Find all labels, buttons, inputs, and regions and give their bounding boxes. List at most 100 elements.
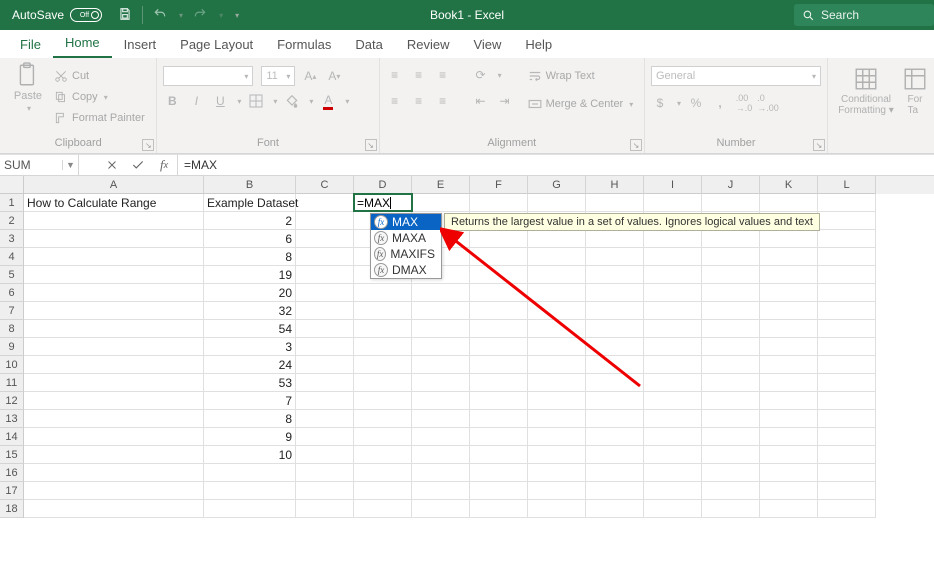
format-as-table-button[interactable]: ForTa bbox=[902, 66, 928, 116]
cell[interactable] bbox=[760, 338, 818, 356]
cell[interactable] bbox=[818, 320, 876, 338]
cell[interactable] bbox=[24, 248, 204, 266]
tab-review[interactable]: Review bbox=[395, 32, 462, 58]
cell[interactable] bbox=[644, 392, 702, 410]
merge-center-button[interactable]: Merge & Center▾ bbox=[528, 94, 634, 114]
paste-button[interactable]: Paste ▾ bbox=[6, 62, 50, 113]
save-icon[interactable] bbox=[118, 7, 132, 24]
cell[interactable] bbox=[818, 428, 876, 446]
cell[interactable] bbox=[528, 194, 586, 212]
format-painter-button[interactable]: Format Painter bbox=[54, 108, 145, 128]
col-header-e[interactable]: E bbox=[412, 176, 470, 194]
cell[interactable] bbox=[296, 194, 354, 212]
cell[interactable] bbox=[470, 356, 528, 374]
cell[interactable] bbox=[470, 338, 528, 356]
cell[interactable] bbox=[470, 428, 528, 446]
cell[interactable] bbox=[412, 500, 470, 518]
cell[interactable] bbox=[354, 464, 412, 482]
cell[interactable] bbox=[760, 482, 818, 500]
align-center-icon[interactable]: ≡ bbox=[410, 92, 428, 110]
cell[interactable] bbox=[296, 392, 354, 410]
cell[interactable] bbox=[818, 392, 876, 410]
cell[interactable] bbox=[412, 428, 470, 446]
cell[interactable] bbox=[644, 482, 702, 500]
cell[interactable] bbox=[818, 374, 876, 392]
col-header-l[interactable]: L bbox=[818, 176, 876, 194]
cell[interactable] bbox=[644, 500, 702, 518]
cell[interactable] bbox=[470, 446, 528, 464]
cell[interactable] bbox=[296, 212, 354, 230]
cell[interactable] bbox=[412, 356, 470, 374]
cell[interactable] bbox=[586, 374, 644, 392]
autocomplete-item[interactable]: fxMAX bbox=[371, 214, 441, 230]
col-header-f[interactable]: F bbox=[470, 176, 528, 194]
cell[interactable] bbox=[818, 248, 876, 266]
cell[interactable] bbox=[296, 266, 354, 284]
redo-dropdown-icon[interactable]: ▾ bbox=[219, 11, 223, 20]
cell[interactable] bbox=[412, 302, 470, 320]
cell[interactable] bbox=[412, 446, 470, 464]
row-header[interactable]: 17 bbox=[0, 482, 24, 500]
cell[interactable] bbox=[644, 248, 702, 266]
cell[interactable] bbox=[644, 230, 702, 248]
cell[interactable] bbox=[586, 302, 644, 320]
row-header[interactable]: 3 bbox=[0, 230, 24, 248]
cell[interactable] bbox=[412, 482, 470, 500]
cell[interactable] bbox=[586, 248, 644, 266]
tab-home[interactable]: Home bbox=[53, 30, 112, 58]
cell[interactable] bbox=[528, 356, 586, 374]
cell[interactable] bbox=[644, 266, 702, 284]
cell[interactable] bbox=[702, 320, 760, 338]
cell[interactable] bbox=[354, 446, 412, 464]
dialog-launcher-icon[interactable]: ↘ bbox=[142, 139, 154, 151]
italic-button[interactable]: I bbox=[187, 92, 205, 110]
cell[interactable] bbox=[296, 230, 354, 248]
cell[interactable] bbox=[528, 248, 586, 266]
cell[interactable] bbox=[702, 464, 760, 482]
decrease-font-icon[interactable]: A▾ bbox=[325, 67, 343, 85]
cell[interactable] bbox=[528, 374, 586, 392]
cell[interactable] bbox=[644, 374, 702, 392]
col-header-c[interactable]: C bbox=[296, 176, 354, 194]
cell[interactable] bbox=[818, 446, 876, 464]
cell[interactable] bbox=[818, 338, 876, 356]
cell[interactable]: 6 bbox=[204, 230, 296, 248]
cell[interactable] bbox=[586, 230, 644, 248]
cell[interactable] bbox=[818, 194, 876, 212]
cell[interactable] bbox=[644, 284, 702, 302]
cell[interactable] bbox=[296, 374, 354, 392]
cell[interactable] bbox=[24, 392, 204, 410]
cell[interactable]: 2 bbox=[204, 212, 296, 230]
cut-button[interactable]: Cut bbox=[54, 66, 145, 86]
cell[interactable] bbox=[24, 500, 204, 518]
tab-insert[interactable]: Insert bbox=[112, 32, 169, 58]
cell[interactable] bbox=[354, 500, 412, 518]
cell[interactable] bbox=[354, 356, 412, 374]
cell[interactable] bbox=[818, 212, 876, 230]
cell[interactable] bbox=[528, 446, 586, 464]
cell[interactable] bbox=[760, 248, 818, 266]
cell[interactable] bbox=[470, 500, 528, 518]
autocomplete-item[interactable]: fxMAXIFS bbox=[371, 246, 441, 262]
col-header-a[interactable]: A bbox=[24, 176, 204, 194]
cell[interactable] bbox=[702, 338, 760, 356]
cell[interactable] bbox=[528, 302, 586, 320]
cell[interactable] bbox=[24, 356, 204, 374]
cell[interactable] bbox=[412, 392, 470, 410]
cell[interactable] bbox=[528, 428, 586, 446]
wrap-text-button[interactable]: Wrap Text bbox=[528, 66, 634, 86]
row-header[interactable]: 8 bbox=[0, 320, 24, 338]
cell[interactable] bbox=[412, 320, 470, 338]
percent-button[interactable]: % bbox=[687, 94, 705, 112]
align-left-icon[interactable]: ≡ bbox=[386, 92, 404, 110]
cell[interactable] bbox=[760, 302, 818, 320]
cell[interactable] bbox=[24, 302, 204, 320]
cell[interactable] bbox=[586, 266, 644, 284]
cell[interactable] bbox=[586, 194, 644, 212]
cell[interactable] bbox=[760, 428, 818, 446]
cancel-formula-button[interactable] bbox=[99, 159, 125, 171]
cell[interactable]: 24 bbox=[204, 356, 296, 374]
cell[interactable] bbox=[296, 356, 354, 374]
row-header[interactable]: 15 bbox=[0, 446, 24, 464]
cell[interactable] bbox=[818, 302, 876, 320]
